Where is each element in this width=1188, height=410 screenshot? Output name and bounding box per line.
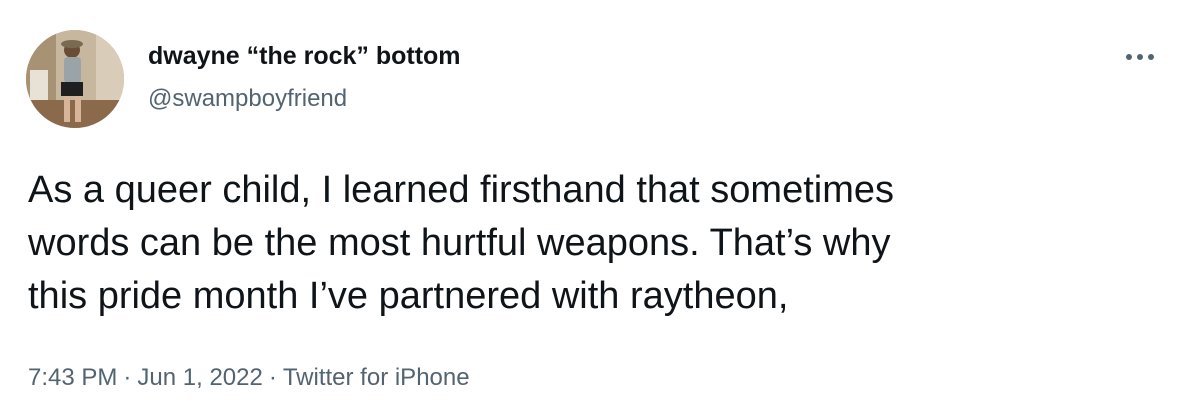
user-avatar[interactable] — [26, 30, 124, 128]
more-options-button[interactable] — [1118, 42, 1162, 72]
tweet-text-line: As a queer child, I learned firsthand th… — [28, 169, 895, 211]
more-horizontal-icon — [1126, 54, 1154, 60]
tweet-date[interactable]: Jun 1, 2022 — [137, 364, 262, 391]
tweet-time[interactable]: 7:43 PM — [28, 364, 117, 391]
tweet-meta: 7:43 PM · Jun 1, 2022 · Twitter for iPhone — [28, 362, 470, 394]
tweet-source[interactable]: Twitter for iPhone — [283, 364, 470, 391]
tweet-text: As a queer child, I learned firsthand th… — [28, 164, 1158, 323]
tweet-text-line: this pride month I’ve partnered with ray… — [28, 275, 789, 317]
meta-separator: · — [268, 364, 277, 391]
avatar-photo-icon — [26, 30, 124, 128]
meta-separator: · — [123, 364, 132, 391]
tweet-text-line: words can be the most hurtful weapons. T… — [28, 222, 891, 264]
author-display-name[interactable]: dwayne “the rock” bottom — [148, 40, 461, 72]
tweet-card: dwayne “the rock” bottom @swampboyfriend… — [0, 0, 1188, 410]
author-handle[interactable]: @swampboyfriend — [148, 83, 347, 115]
